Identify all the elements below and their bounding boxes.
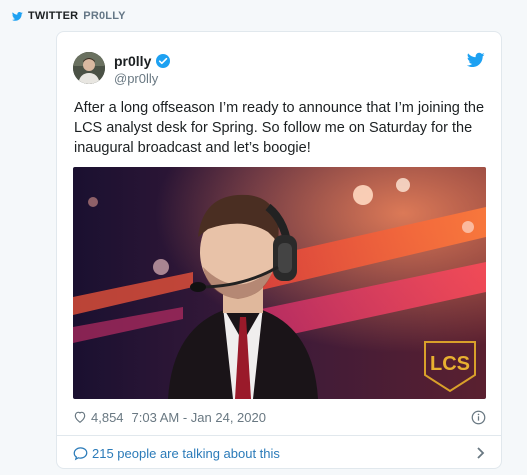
source-account: PR0LLY — [83, 10, 126, 22]
divider — [57, 435, 501, 436]
twitter-bird-icon — [12, 11, 23, 21]
lcs-logo-badge: LCS — [430, 353, 470, 375]
avatar[interactable] — [73, 52, 105, 84]
chevron-right-icon[interactable] — [476, 447, 486, 459]
tweet-timestamp[interactable]: 7:03 AM - Jan 24, 2020 — [132, 410, 266, 425]
conversation-count-text[interactable]: 215 people are talking about this — [92, 446, 280, 461]
embedded-tweet-card[interactable]: pr0lly @pr0lly After a long offseason I’… — [56, 31, 502, 469]
info-icon[interactable] — [471, 410, 486, 425]
chat-bubble-icon — [73, 446, 88, 460]
conversation-link[interactable]: 215 people are talking about this — [73, 442, 486, 464]
display-name-row[interactable]: pr0lly — [114, 53, 171, 69]
tweet-meta-row: 4,854 7:03 AM - Jan 24, 2020 — [73, 408, 486, 426]
verified-badge-icon — [156, 54, 171, 68]
display-name[interactable]: pr0lly — [114, 53, 151, 69]
tweet-photo[interactable]: LCS — [73, 167, 486, 399]
heart-icon[interactable] — [73, 410, 87, 424]
user-handle[interactable]: @pr0lly — [114, 71, 171, 86]
twitter-bird-icon[interactable] — [467, 52, 485, 68]
embed-source-label: TWITTER PR0LLY — [12, 8, 126, 24]
like-count[interactable]: 4,854 — [91, 410, 124, 425]
tweet-text: After a long offseason I’m ready to anno… — [74, 100, 485, 156]
source-network: TWITTER — [28, 10, 79, 22]
